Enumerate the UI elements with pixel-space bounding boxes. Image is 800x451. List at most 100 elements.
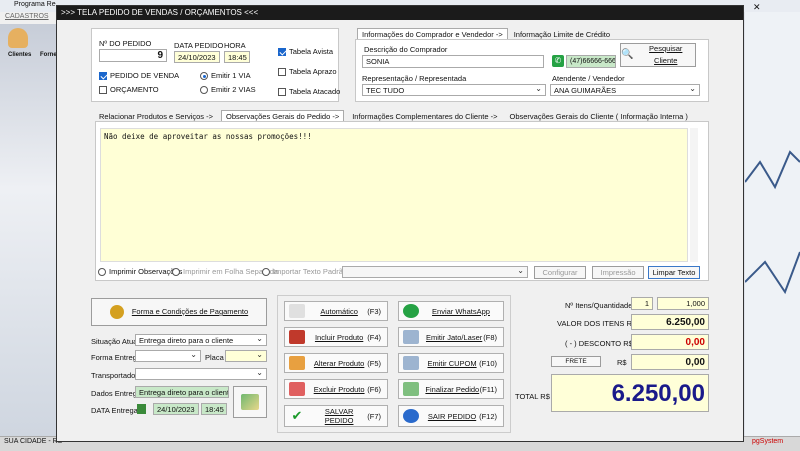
att-label: Atendente / Vendedor bbox=[552, 74, 625, 83]
radio-icon[interactable] bbox=[200, 71, 208, 80]
frete-button[interactable]: FRETE bbox=[551, 356, 601, 367]
limpar-texto-button[interactable]: Limpar Texto bbox=[648, 266, 700, 279]
cart-add-icon bbox=[289, 330, 305, 344]
orcamento-checkbox[interactable]: ORÇAMENTO bbox=[99, 85, 159, 94]
finish-icon bbox=[403, 382, 419, 396]
order-dialog: >>> TELA PEDIDO DE VENDAS / ORÇAMENTOS <… bbox=[56, 5, 744, 442]
toolbar-clientes[interactable]: Clientes bbox=[8, 52, 31, 58]
buyer-desc-field[interactable]: SONIA bbox=[362, 55, 544, 68]
radio-icon[interactable] bbox=[172, 267, 180, 276]
forma-entrega-select[interactable] bbox=[135, 350, 201, 362]
payment-conditions-button[interactable]: Forma e Condições de Pagamento bbox=[91, 298, 267, 326]
dados-entrega-field[interactable]: Entrega direto para o cliente bbox=[135, 386, 229, 398]
background-app-title: Programa Re bbox=[14, 1, 56, 8]
buyer-panel: Informações do Comprador e Vendedor -> I… bbox=[355, 28, 709, 102]
placa-label: Placa bbox=[205, 353, 224, 362]
enviar-whatsapp-button[interactable]: Enviar WhatsApp bbox=[398, 301, 504, 321]
gear-icon bbox=[289, 304, 305, 318]
tab-info-complementares[interactable]: Informações Complementares do Cliente -> bbox=[348, 111, 501, 122]
clients-icon[interactable] bbox=[8, 28, 28, 48]
checkbox-icon[interactable] bbox=[278, 67, 286, 76]
buyer-tab-content: Descrição do Comprador SONIA ✆ (47)66666… bbox=[355, 39, 709, 102]
status-brand: pgSystem bbox=[752, 438, 784, 445]
transportador-select[interactable] bbox=[135, 368, 267, 380]
total-label: TOTAL R$ bbox=[515, 392, 550, 401]
order-number-label: Nº DO PEDIDO bbox=[99, 39, 152, 48]
toolbar-forne[interactable]: Forne bbox=[40, 52, 57, 58]
search-client-icon: 🔍 bbox=[621, 49, 634, 60]
edit-icon bbox=[289, 356, 305, 370]
valor-itens-field: 6.250,00 bbox=[631, 314, 709, 330]
order-number-field[interactable]: 9 bbox=[99, 49, 167, 62]
buyer-desc-label: Descrição do Comprador bbox=[364, 45, 448, 54]
whatsapp-icon[interactable]: ✆ bbox=[552, 55, 564, 67]
whatsapp-icon bbox=[403, 304, 419, 318]
emitir-1-via-radio[interactable]: Emitir 1 VIA bbox=[200, 71, 251, 80]
data-entrega-label: DATA Entrega bbox=[91, 406, 138, 415]
receipt-printer-icon bbox=[403, 356, 419, 370]
rep-select[interactable]: TEC TUDO bbox=[362, 84, 546, 96]
transportador-label: Transportador bbox=[91, 371, 138, 380]
alterar-produto-button[interactable]: Alterar Produto (F5) bbox=[284, 353, 388, 373]
texto-padrao-select[interactable] bbox=[342, 266, 528, 278]
radio-icon[interactable] bbox=[98, 267, 106, 276]
search-client-button[interactable]: 🔍 Pesquisar Cliente bbox=[620, 43, 696, 67]
close-icon[interactable]: ✕ bbox=[753, 2, 761, 13]
excluir-produto-button[interactable]: Excluir Produto (F6) bbox=[284, 379, 388, 399]
importar-texto-radio[interactable]: Importar Texto Padrão bbox=[262, 267, 347, 276]
situacao-select[interactable]: Entrega direto para o cliente bbox=[135, 334, 267, 346]
map-icon bbox=[241, 394, 259, 410]
placa-select[interactable] bbox=[225, 350, 267, 362]
pedido-venda-checkbox[interactable]: PEDIDO DE VENDA bbox=[99, 71, 179, 80]
checkbox-icon[interactable] bbox=[99, 85, 107, 94]
situacao-label: Situação Atual bbox=[91, 337, 139, 346]
imprimir-observacoes-radio[interactable]: Imprimir Observações bbox=[98, 267, 182, 276]
tabela-aprazo-checkbox[interactable]: Tabela Aprazo bbox=[278, 67, 337, 76]
menu-cadastros[interactable]: CADASTROS bbox=[5, 13, 49, 20]
incluir-produto-button[interactable]: Incluir Produto (F4) bbox=[284, 327, 388, 347]
frete-field[interactable]: 0,00 bbox=[631, 354, 709, 370]
radio-icon[interactable] bbox=[200, 85, 208, 94]
tab-limite-credito[interactable]: Informação Limite de Crédito bbox=[510, 29, 614, 40]
order-date-field[interactable]: 24/10/2023 bbox=[174, 51, 220, 63]
automatico-button[interactable]: Automático (F3) bbox=[284, 301, 388, 321]
hora-entrega-field[interactable]: 18:45 bbox=[201, 403, 227, 415]
notes-scrollbar[interactable] bbox=[690, 128, 698, 262]
total-field: 6.250,00 bbox=[551, 374, 709, 412]
itens-count-field: 1 bbox=[631, 297, 653, 310]
emitir-jato-laser-button[interactable]: Emitir Jato/Laser (F8) bbox=[398, 327, 504, 347]
desconto-field[interactable]: 0,00 bbox=[631, 334, 709, 350]
radio-icon[interactable] bbox=[262, 267, 270, 276]
background-sidebar: Clientes Forne bbox=[0, 24, 57, 436]
order-date-label: DATA PEDIDO bbox=[174, 41, 224, 50]
status-city: SUA CIDADE - RS bbox=[4, 438, 63, 445]
checkbox-icon[interactable] bbox=[278, 47, 286, 56]
emitir-cupom-button[interactable]: Emitir CUPOM (F10) bbox=[398, 353, 504, 373]
phone-field[interactable]: (47)66666-6666 bbox=[566, 55, 616, 68]
checkbox-icon[interactable] bbox=[99, 71, 107, 80]
forma-entrega-label: Forma Entrega bbox=[91, 353, 142, 362]
background-menu[interactable]: CADASTROS bbox=[0, 12, 60, 24]
tab-relacionar-produtos[interactable]: Relacionar Produtos e Serviços -> bbox=[95, 111, 217, 122]
data-entrega-field[interactable]: 24/10/2023 bbox=[153, 403, 199, 415]
checkbox-icon[interactable] bbox=[278, 87, 286, 96]
exit-icon bbox=[403, 409, 419, 423]
tabela-atacado-checkbox[interactable]: Tabela Atacado bbox=[278, 87, 340, 96]
finalizar-pedido-button[interactable]: Finalizar Pedido (F11) bbox=[398, 379, 504, 399]
frete-currency-label: R$ bbox=[617, 358, 627, 367]
configurar-button[interactable]: Configurar bbox=[534, 266, 586, 279]
map-button[interactable] bbox=[233, 386, 267, 418]
coins-icon bbox=[109, 305, 124, 319]
dialog-title: >>> TELA PEDIDO DE VENDAS / ORÇAMENTOS <… bbox=[57, 6, 743, 20]
salvar-pedido-button[interactable]: ✔ SALVAR PEDIDO (F7) bbox=[284, 405, 388, 427]
sair-pedido-button[interactable]: SAIR PEDIDO (F12) bbox=[398, 405, 504, 427]
order-time-field[interactable]: 18:45 bbox=[224, 51, 250, 63]
tab-observacoes-cliente[interactable]: Observações Gerais do Cliente ( Informaç… bbox=[505, 111, 691, 122]
order-time-label: HORA bbox=[224, 41, 246, 50]
emitir-2-vias-radio[interactable]: Emitir 2 VIAS bbox=[200, 85, 256, 94]
impressao-button[interactable]: Impressão bbox=[592, 266, 644, 279]
tabela-avista-checkbox[interactable]: Tabela Avista bbox=[278, 47, 333, 56]
notes-textarea[interactable]: Não deixe de aproveitar as nossas promoç… bbox=[100, 128, 688, 262]
att-select[interactable]: ANA GUIMARÃES bbox=[550, 84, 700, 96]
calendar-icon[interactable] bbox=[137, 404, 146, 414]
